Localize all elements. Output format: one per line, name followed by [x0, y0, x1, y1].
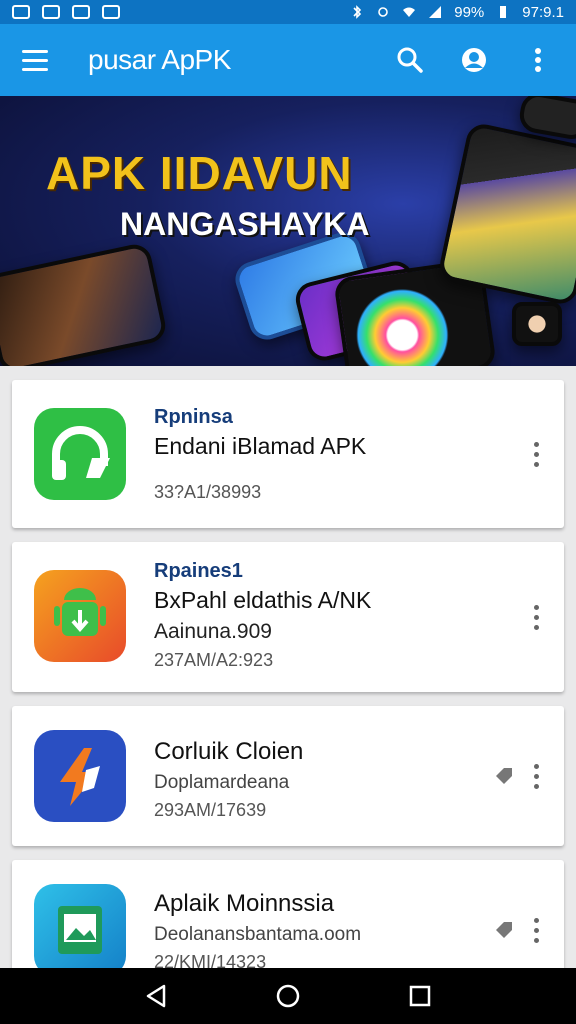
phone-illustration-left	[0, 241, 169, 366]
status-bar: 99% 97:9.1	[0, 0, 576, 24]
photo-icon	[72, 5, 90, 19]
android-download-icon	[34, 570, 126, 662]
avatar-badge	[512, 302, 562, 346]
image-icon	[42, 5, 60, 19]
item-more-button[interactable]	[524, 599, 548, 635]
home-icon	[276, 984, 300, 1008]
battery-level: 99%	[454, 3, 485, 21]
app-list: Rpninsa Endani iBlamad APK 33?A1/38993 R…	[0, 366, 576, 968]
app-meta: 293AM/17639	[154, 800, 267, 820]
banner-title: APK IIDAVUN	[46, 147, 353, 199]
back-button[interactable]	[136, 976, 176, 1016]
back-icon	[146, 984, 166, 1008]
vibrate-icon	[378, 7, 389, 17]
tag-icon	[496, 768, 512, 784]
battery-icon	[500, 6, 507, 18]
overflow-menu-button[interactable]	[520, 42, 556, 78]
wifi-icon	[403, 7, 416, 17]
list-item[interactable]: Corluik Cloien Doplamardeana 293AM/17639	[12, 706, 564, 846]
home-button[interactable]	[268, 976, 308, 1016]
app-meta: 237AM/A2:923	[154, 650, 274, 670]
hamburger-icon	[22, 49, 48, 53]
item-more-button[interactable]	[524, 758, 548, 794]
recents-icon	[409, 985, 431, 1007]
app-meta: 33?A1/38993	[154, 482, 262, 502]
account-icon	[462, 48, 486, 72]
bluetooth-icon	[353, 5, 362, 19]
phone-illustration-right	[436, 121, 576, 307]
app-name: Endani iBlamad APK	[154, 433, 367, 459]
banner-subtitle: NANGASHAYKA	[120, 206, 370, 242]
gallery-icon	[12, 5, 30, 19]
list-item[interactable]: Aplaik Moinnssia Deolanansbantama.oom 22…	[12, 860, 564, 968]
flash-app-icon	[34, 730, 126, 822]
app-name: Aplaik Moinnssia	[154, 890, 335, 917]
app-description: Doplamardeana	[154, 772, 290, 793]
clock: 97:9.1	[522, 3, 564, 21]
search-icon	[397, 47, 423, 73]
list-item[interactable]: Rpninsa Endani iBlamad APK 33?A1/38993	[12, 380, 564, 528]
app-category: Rpninsa	[154, 406, 233, 428]
promo-banner[interactable]: APK IIDAVUN NANGASHAYKA	[0, 96, 576, 366]
app-description: Aainuna.909	[154, 620, 272, 643]
notification-icons	[12, 5, 120, 19]
app-category: Rpaines1	[154, 560, 243, 582]
tag-icon	[496, 922, 512, 938]
app-title: pusar ApPK	[88, 44, 231, 75]
app-name: Corluik Cloien	[154, 738, 304, 765]
app-meta: 22/KMI/14323	[154, 952, 267, 968]
account-button[interactable]	[456, 42, 492, 78]
app-name: BxPahl eldathis A/NK	[154, 587, 372, 613]
app-description: Deolanansbantama.oom	[154, 924, 362, 945]
system-nav-bar	[0, 968, 576, 1024]
menu-button[interactable]	[22, 42, 58, 78]
headphones-icon	[34, 408, 126, 500]
more-vert-icon	[535, 48, 541, 72]
signal-icon	[429, 6, 442, 18]
app-notification-icon	[102, 5, 120, 19]
item-more-button[interactable]	[524, 912, 548, 948]
search-button[interactable]	[392, 42, 428, 78]
recents-button[interactable]	[400, 976, 440, 1016]
list-item[interactable]: Rpaines1 BxPahl eldathis A/NK Aainuna.90…	[12, 542, 564, 692]
item-more-button[interactable]	[524, 436, 548, 472]
photo-frame-icon	[34, 884, 126, 968]
app-bar: pusar ApPK	[0, 24, 576, 96]
